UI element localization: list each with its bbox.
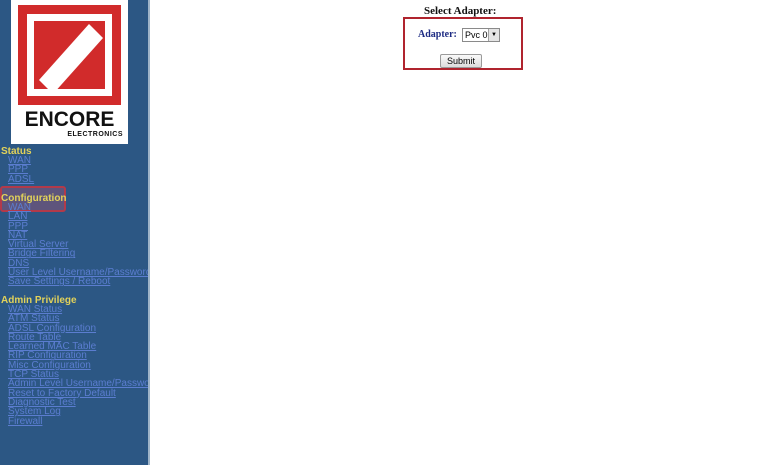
adapter-select-value: Pvc 0: [465, 30, 488, 40]
admin-nav: WAN Status ATM Status ADSL Configuration…: [8, 304, 148, 426]
status-nav: WAN PPP ADSL: [8, 155, 34, 184]
nav-config-lan[interactable]: LAN: [8, 212, 148, 222]
encore-logo: ENCORE ELECTRONICS: [11, 0, 128, 144]
adapter-form: Adapter: Pvc 0 ▼ Submit: [403, 17, 523, 70]
nav-config-bridge-filtering[interactable]: Bridge Filtering: [8, 249, 148, 259]
chevron-down-icon: ▼: [488, 29, 499, 41]
logo-sub-text: ELECTRONICS: [67, 131, 123, 138]
nav-admin-firewall[interactable]: Firewall: [8, 416, 148, 426]
configuration-nav: WAN LAN PPP NAT Virtual Server Bridge Fi…: [8, 202, 148, 287]
nav-config-save-reboot[interactable]: Save Settings / Reboot: [8, 277, 148, 287]
nav-status-adsl[interactable]: ADSL: [8, 174, 34, 184]
adapter-label: Adapter:: [418, 29, 457, 40]
sidebar-divider: [148, 0, 150, 465]
nav-config-wan[interactable]: WAN: [8, 202, 148, 212]
page-title: Select Adapter:: [424, 5, 497, 17]
sidebar: ENCORE ELECTRONICS Status WAN PPP ADSL C…: [0, 0, 148, 465]
submit-button[interactable]: Submit: [440, 54, 482, 68]
adapter-select[interactable]: Pvc 0 ▼: [462, 28, 500, 42]
nav-config-ppp[interactable]: PPP: [8, 221, 148, 231]
encore-logo-icon: [18, 5, 121, 105]
logo-brand-text: ENCORE: [24, 108, 115, 131]
